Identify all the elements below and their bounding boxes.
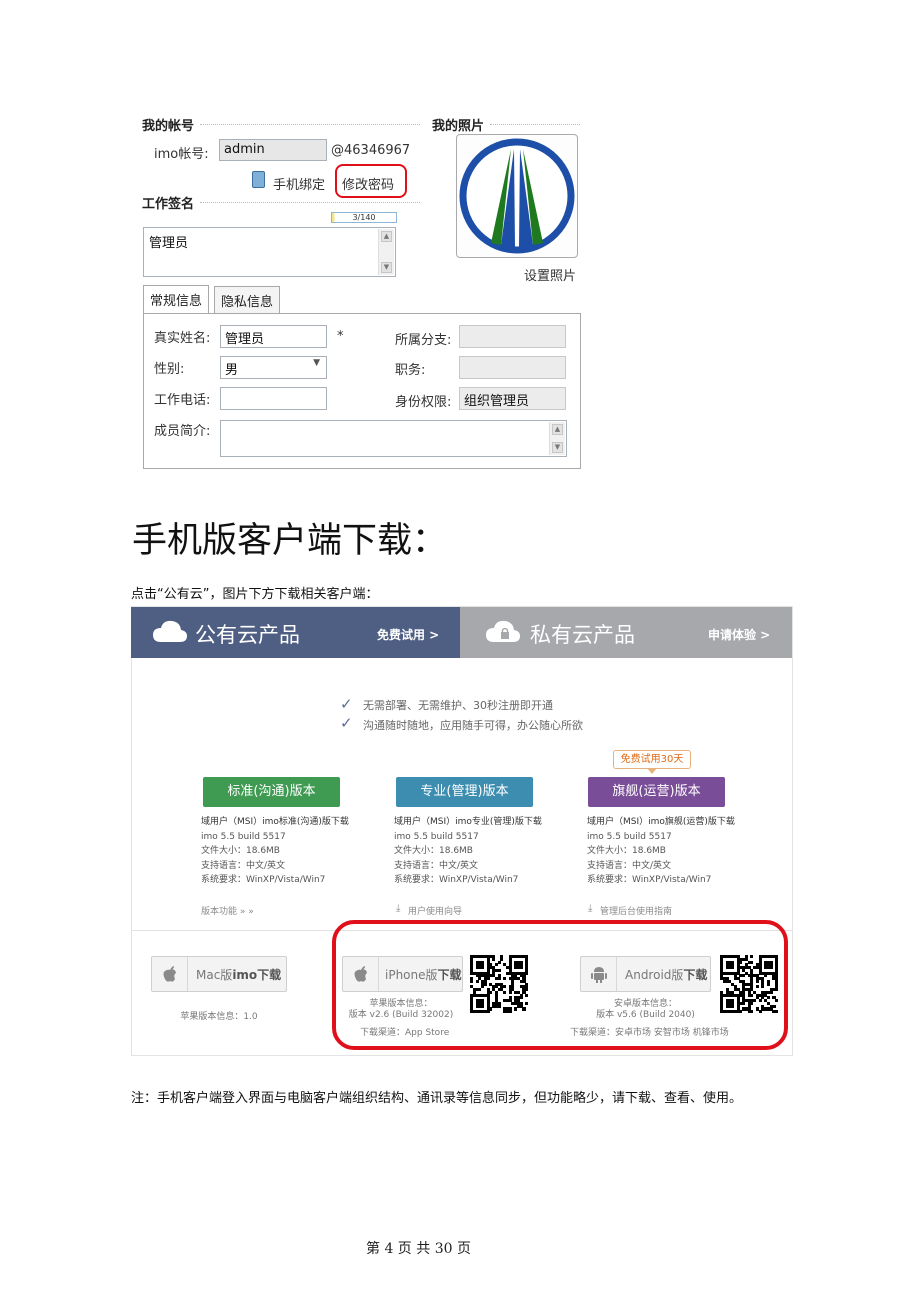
work-phone-label: 工作电话: <box>154 393 211 408</box>
scroll-down-icon[interactable]: ▼ <box>552 442 563 453</box>
set-photo-link[interactable]: 设置照片 <box>524 265 576 284</box>
work-phone-input[interactable] <box>220 387 327 410</box>
section-heading: 手机版客户端下载： <box>132 521 448 561</box>
photo-frame[interactable] <box>456 134 578 258</box>
signature-counter: 3/140 <box>331 212 397 223</box>
pro-edition-info: 域用户（MSI）imo专业(管理)版下载 imo 5.5 build 5517 … <box>394 815 542 888</box>
my-account-title: 我的帐号 <box>142 119 195 134</box>
cloud-lock-icon <box>486 620 520 642</box>
section-divider <box>200 124 420 125</box>
mac-download-button[interactable]: Mac版imo下载 <box>151 956 287 992</box>
edition-info-line: 文件大小：18.6MB <box>587 846 666 856</box>
edition-info-line: imo 5.5 build 5517 <box>201 831 286 842</box>
gender-value: 男 <box>225 363 239 378</box>
apply-trial-link[interactable]: 申请体验 > <box>708 626 770 643</box>
download-icon: ⤓ <box>588 903 593 914</box>
badge-pointer <box>647 768 657 774</box>
private-cloud-title: 私有云产品 <box>530 623 635 647</box>
tab-privacy-info[interactable]: 隐私信息 <box>214 286 281 313</box>
public-cloud-title: 公有云产品 <box>195 623 300 647</box>
intro-textarea[interactable]: ▲ ▼ <box>220 420 567 457</box>
branch-label: 所属分支: <box>395 333 452 348</box>
edition-info-line: 支持语言：中文/英文 <box>201 860 286 871</box>
signature-textarea[interactable]: 管理员 ▲ ▼ <box>143 227 396 277</box>
mobile-download-highlight <box>332 920 788 1050</box>
pro-edition-button[interactable]: 专业(管理)版本 <box>396 777 533 807</box>
private-cloud-tab[interactable]: 私有云产品 申请体验 > <box>460 607 792 658</box>
my-photo-title: 我的照片 <box>432 119 485 134</box>
required-mark: * <box>337 329 344 344</box>
edition-info-line: imo 5.5 build 5517 <box>394 831 479 842</box>
edition-info-line: 文件大小：18.6MB <box>201 846 280 856</box>
scrollbar[interactable]: ▲ ▼ <box>549 422 565 455</box>
edition-info-line[interactable]: 域用户（MSI）imo专业(管理)版下载 <box>394 815 542 830</box>
mac-download-label: Mac版imo下载 <box>188 966 281 983</box>
user-guide-link[interactable]: 用户使用向导 <box>408 904 462 917</box>
real-name-input[interactable]: 管理员 <box>220 325 327 348</box>
role-input[interactable]: 组织管理员 <box>459 387 566 410</box>
position-input[interactable] <box>459 356 566 379</box>
edition-info-line[interactable]: 域用户（MSI）imo旗舰(运营)版下载 <box>587 815 735 830</box>
role-label: 身份权限: <box>395 395 452 410</box>
feature-item: 沟通随时随地，应用随手可得，办公随心所欲 <box>363 719 583 732</box>
edition-info-line: 支持语言：中文/英文 <box>587 860 672 871</box>
note-text: 注：手机客户端登入界面与电脑客户端组织结构、通讯录等信息同步，但功能略少，请下载… <box>131 1091 743 1106</box>
imo-account-suffix: @46346967 <box>331 143 411 158</box>
edition-info-line[interactable]: 域用户（MSI）imo标准(沟通)版下载 <box>201 815 349 830</box>
chevron-down-icon: ▼ <box>313 358 320 368</box>
scroll-down-icon[interactable]: ▼ <box>381 262 392 273</box>
flagship-edition-info: 域用户（MSI）imo旗舰(运营)版下载 imo 5.5 build 5517 … <box>587 815 735 888</box>
change-password-link[interactable]: 修改密码 <box>342 174 394 193</box>
gender-select[interactable]: 男 ▼ <box>220 356 327 379</box>
check-icon: ✓ <box>340 695 353 713</box>
download-icon: ⤓ <box>396 903 401 914</box>
edition-info-line: 系统要求：WinXP/Vista/Win7 <box>201 875 326 885</box>
section-divider <box>200 202 420 203</box>
mac-label-bold: imo下载 <box>232 967 282 982</box>
real-name-label: 真实姓名: <box>154 331 211 346</box>
imo-account-label: imo帐号: <box>154 147 209 162</box>
cloud-icon <box>153 620 187 642</box>
check-icon: ✓ <box>340 714 353 732</box>
edition-info-line: imo 5.5 build 5517 <box>587 831 672 842</box>
flagship-edition-button[interactable]: 旗舰(运营)版本 <box>588 777 725 807</box>
section-divider <box>490 124 580 125</box>
admin-guide-link[interactable]: 管理后台使用指南 <box>600 904 672 917</box>
edition-info-line: 系统要求：WinXP/Vista/Win7 <box>394 875 519 885</box>
scroll-up-icon[interactable]: ▲ <box>552 424 563 435</box>
tab-general-info[interactable]: 常规信息 <box>143 285 210 314</box>
mac-label: Mac版 <box>196 967 233 982</box>
trial-badge: 免费试用30天 <box>613 750 691 769</box>
work-signature-title: 工作签名 <box>142 197 195 212</box>
signature-text: 管理员 <box>149 236 189 251</box>
free-trial-link[interactable]: 免费试用 > <box>377 626 439 643</box>
standard-edition-info: 域用户（MSI）imo标准(沟通)版下载 imo 5.5 build 5517 … <box>201 815 349 888</box>
edition-info-line: 支持语言：中文/英文 <box>394 860 479 871</box>
avatar-logo-icon <box>459 138 575 254</box>
edition-info-line: 系统要求：WinXP/Vista/Win7 <box>587 875 712 885</box>
version-features-link[interactable]: 版本功能 » » <box>201 904 254 917</box>
instruction-text: 点击“公有云”，图片下方下载相关客户端： <box>131 587 379 602</box>
mac-version-info: 苹果版本信息：1.0 <box>180 1012 258 1022</box>
scrollbar[interactable]: ▲ ▼ <box>378 229 394 275</box>
intro-label: 成员简介: <box>154 424 211 439</box>
public-cloud-tab[interactable]: 公有云产品 免费试用 > <box>131 607 460 658</box>
phone-bind-link[interactable]: 手机绑定 <box>273 174 325 193</box>
imo-account-input[interactable]: admin <box>219 139 327 161</box>
page-number: 第 4 页 共 30 页 <box>366 1241 471 1257</box>
position-label: 职务: <box>395 363 426 378</box>
branch-input[interactable] <box>459 325 566 348</box>
feature-item: 无需部署、无需维护、30秒注册即开通 <box>363 699 553 712</box>
apple-icon <box>152 957 188 991</box>
edition-info-line: 文件大小：18.6MB <box>394 846 473 856</box>
phone-icon <box>252 171 265 188</box>
gender-label: 性别: <box>154 362 185 377</box>
scroll-up-icon[interactable]: ▲ <box>381 231 392 242</box>
standard-edition-button[interactable]: 标准(沟通)版本 <box>203 777 340 807</box>
